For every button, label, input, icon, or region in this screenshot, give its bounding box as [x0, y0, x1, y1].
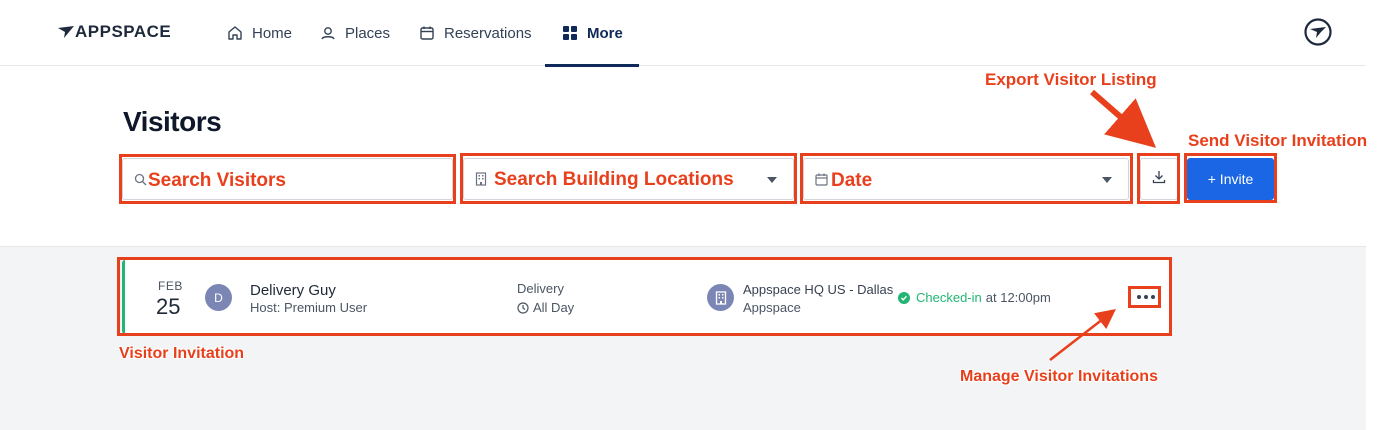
appspace-logo-mark-icon [58, 26, 74, 38]
home-icon [226, 24, 244, 42]
visitor-name: Delivery Guy [250, 282, 336, 299]
visit-type: Delivery [517, 281, 564, 296]
building-icon [474, 172, 488, 186]
annotation-label-export: Export Visitor Listing [985, 70, 1157, 89]
nav-item-more[interactable]: More [545, 0, 639, 67]
nav-item-label: Places [345, 24, 391, 42]
annotation-label-date: Date [831, 170, 873, 191]
nav-item-reservations[interactable]: Reservations [418, 0, 532, 66]
more-dot [1137, 295, 1141, 299]
clock-icon [517, 301, 529, 314]
top-nav: APPSPACE Home Places Reservations More [0, 0, 1366, 67]
visit-time-text: All Day [533, 300, 575, 315]
chevron-down-icon [767, 177, 777, 183]
right-gutter [1366, 0, 1388, 430]
visit-time: All Day [517, 300, 574, 315]
nav-item-label: Reservations [444, 24, 532, 42]
calendar-icon [814, 172, 828, 186]
annotation-label-row: Visitor Invitation [119, 345, 245, 362]
avatar-initial: D [214, 290, 223, 305]
nav-item-home[interactable]: Home [226, 0, 292, 66]
visit-building: Appspace HQ US - Dallas [743, 282, 894, 297]
user-profile-icon[interactable] [1304, 18, 1332, 46]
visitors-page: APPSPACE Home Places Reservations More V… [0, 0, 1366, 430]
export-visitors-button[interactable] [1140, 158, 1178, 200]
annotation-label-building: Search Building Locations [494, 169, 734, 190]
visitor-avatar: D [205, 284, 232, 311]
status-text: Checked-in [916, 290, 982, 305]
annotation-label-search: Search Visitors [148, 170, 287, 191]
visitor-invitation-row[interactable]: FEB 25 D Delivery Guy Host: Premium User… [122, 260, 1170, 334]
appspace-logo[interactable]: APPSPACE [58, 22, 171, 42]
visit-day: 25 [156, 294, 181, 319]
places-icon [319, 24, 337, 42]
visit-month: FEB [158, 279, 183, 293]
check-in-icon [898, 291, 910, 304]
grid-icon [561, 24, 579, 42]
nav-item-places[interactable]: Places [319, 0, 390, 66]
more-options-button[interactable] [1135, 290, 1157, 304]
more-dot [1144, 295, 1148, 299]
calendar-icon [418, 24, 436, 42]
visit-organization: Appspace [743, 300, 801, 315]
logo-text: APPSPACE [75, 22, 172, 41]
download-icon [1152, 170, 1166, 189]
status-badge: Checked-in at 12:00pm [898, 290, 1051, 305]
page-title: Visitors [123, 106, 222, 137]
annotation-label-manage: Manage Visitor Invitations [960, 368, 1158, 385]
nav-item-label: More [587, 24, 623, 42]
chevron-down-icon [1102, 177, 1112, 183]
annotation-label-invite: Send Visitor Invitation [1188, 131, 1368, 150]
building-icon [707, 284, 734, 311]
visitor-host: Host: Premium User [250, 300, 368, 315]
nav-item-label: Home [252, 24, 293, 42]
invite-button[interactable]: + Invite [1187, 158, 1274, 200]
more-dot [1151, 295, 1155, 299]
status-time: at 12:00pm [985, 290, 1051, 305]
search-icon [133, 172, 147, 186]
